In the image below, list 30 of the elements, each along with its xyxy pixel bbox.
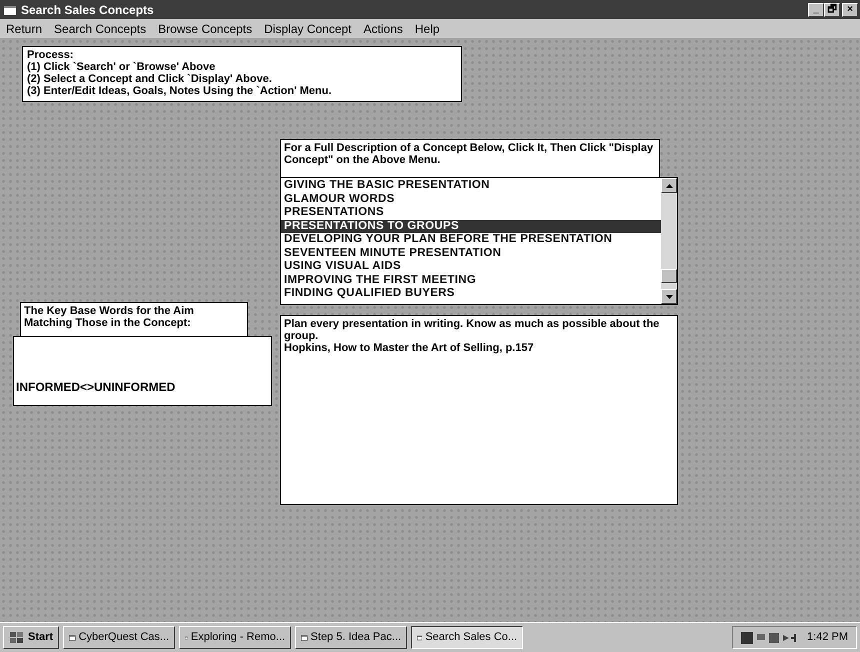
list-item[interactable]: SEVENTEEN MINUTE PRESENTATION <box>281 246 661 260</box>
taskbar-button[interactable]: Step 5. Idea Pac... <box>295 626 408 649</box>
taskbar-button[interactable]: Exploring - Remo... <box>179 626 292 649</box>
start-button[interactable]: Start <box>3 626 60 649</box>
menu-item[interactable]: Help <box>414 20 440 38</box>
menu-item[interactable]: Search Concepts <box>54 20 146 38</box>
instruction-text: For a Full Description of a Concept Below, Click It, Then Click "Display Concept" on the Above Menu. <box>280 139 660 177</box>
key-words-label: The Key Base Words for the Aim Matching Those in the Concept: <box>20 302 248 336</box>
window-title: Search Sales Concepts <box>21 2 154 18</box>
list-item[interactable]: USING VISUAL AIDS <box>281 260 661 274</box>
list-item[interactable]: GLAMOUR WORDS <box>281 192 661 206</box>
taskbar-button[interactable]: CyberQuest Cas... <box>63 626 176 649</box>
menu-item[interactable]: Browse Concepts <box>158 20 252 38</box>
list-item[interactable]: PRESENTATIONS TO GROUPS <box>281 220 661 233</box>
list-item[interactable]: DEVELOPING YOUR PLAN BEFORE THE PRESENTATION <box>281 233 661 246</box>
menu-item[interactable]: Actions <box>364 20 403 38</box>
taskbar-button[interactable]: Search Sales Co... <box>411 626 524 649</box>
menu-item[interactable]: Display Concept <box>264 20 352 38</box>
minimize-button[interactable]: _ <box>808 2 824 16</box>
clock: 1:42 PM <box>807 630 848 646</box>
restore-button[interactable]: 🗗 <box>824 2 840 16</box>
key-words-text: INFORMED<>UNINFORMED <box>16 381 176 393</box>
process-instructions: Process: (1) Click `Search' or `Browse' Above (2) Select a Concept and Click `Display' Above. (3) Enter/Edit Ideas, Goals, Notes Using the `Action' Menu. <box>22 46 462 102</box>
close-button[interactable]: × <box>842 2 858 16</box>
description-box[interactable]: Plan every presentation in writing. Know as much as possible about the group. Hopkins, How to Master the Art of Selling, p.157 <box>280 315 678 505</box>
list-item[interactable]: PRESENTATIONS <box>281 206 661 220</box>
list-item[interactable]: IMPROVING THE FIRST MEETING <box>281 274 661 287</box>
list-item[interactable]: GIVING THE BASIC PRESENTATION <box>281 179 661 192</box>
menu-item[interactable]: Return <box>6 20 42 38</box>
list-item[interactable]: FINDING QUALIFIED BUYERS <box>281 287 661 300</box>
